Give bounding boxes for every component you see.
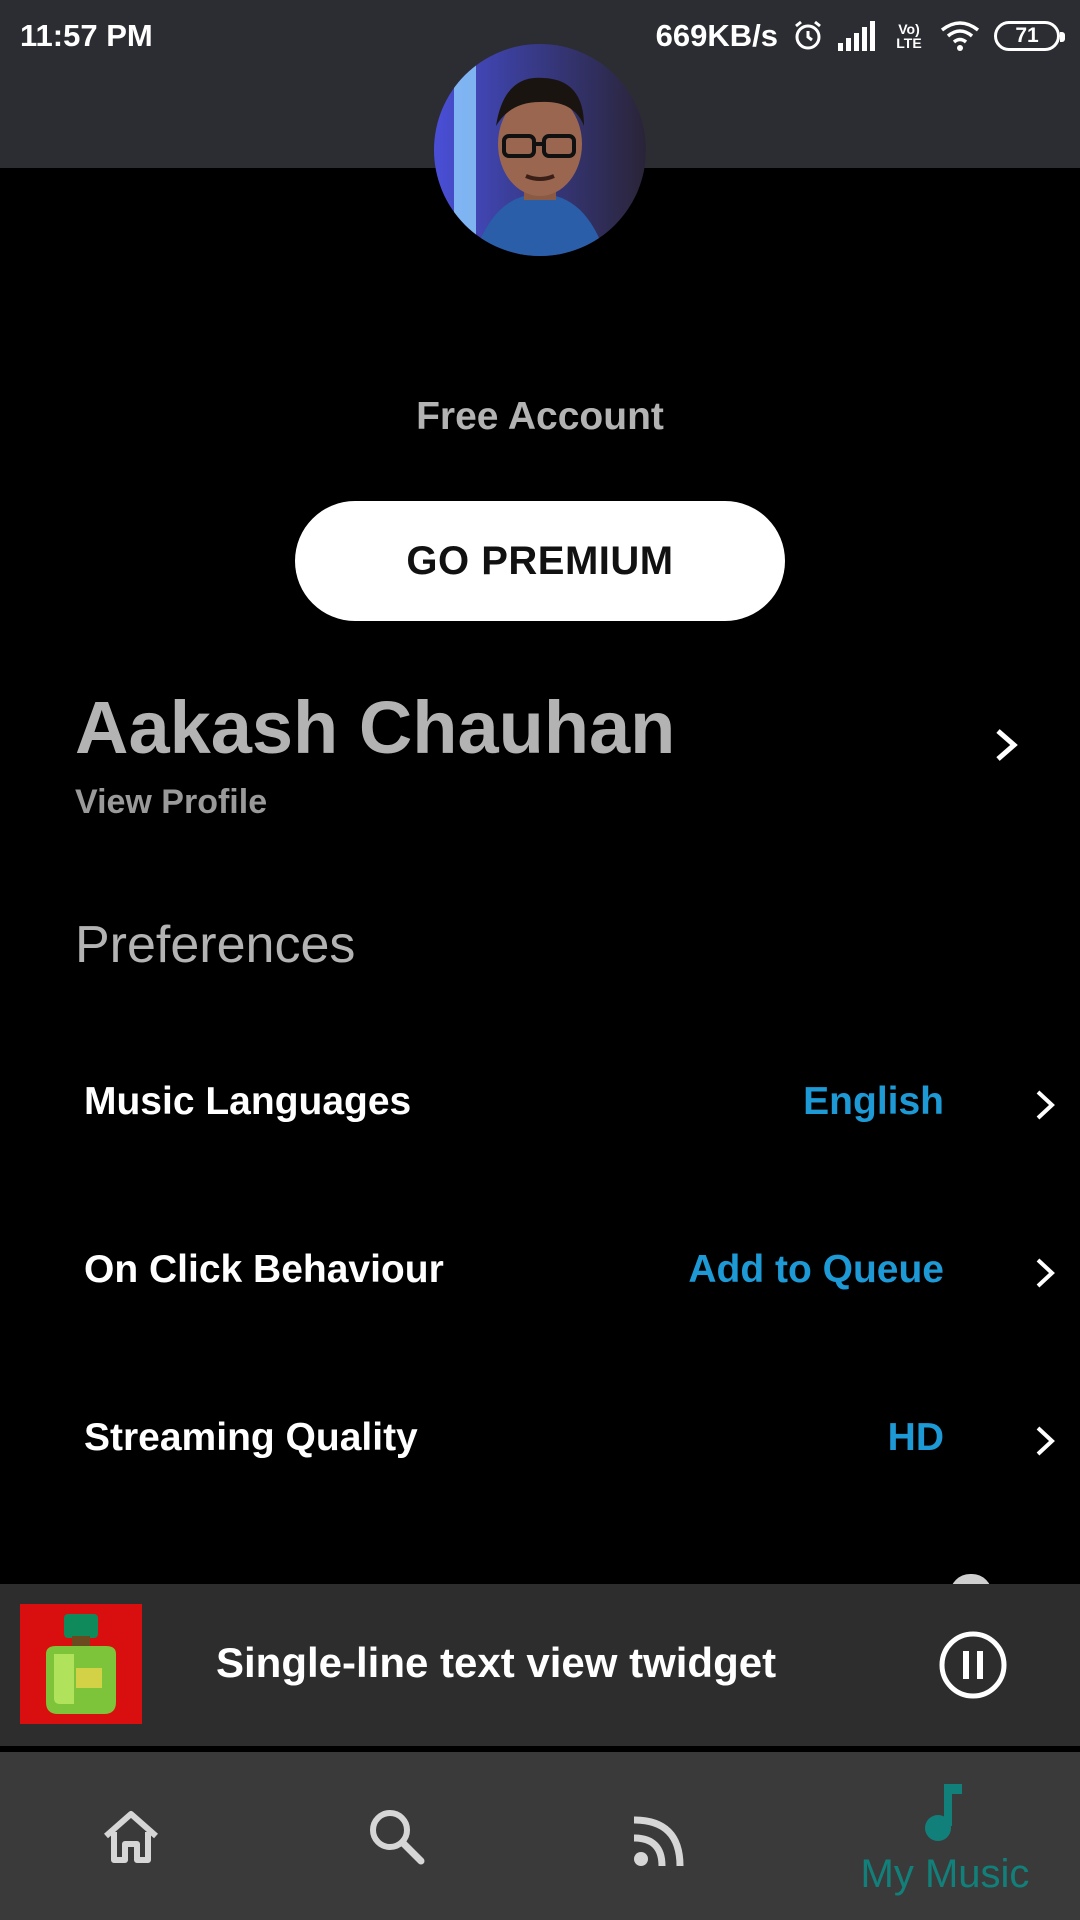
mini-player[interactable]: Single-line text view twidget	[0, 1584, 1080, 1746]
nav-feed[interactable]	[540, 1752, 810, 1920]
battery-level: 71	[1015, 24, 1039, 47]
profile-name: Aakash Chauhan	[75, 686, 676, 769]
status-icons: 669KB/s Vo) LTE 71	[655, 18, 1065, 54]
volte-icon: Vo) LTE	[896, 21, 922, 51]
profile-row[interactable]: Aakash Chauhan View Profile	[0, 675, 1080, 835]
track-title[interactable]: Single-line text view twidget	[216, 1639, 776, 1687]
pref-value: Add to Queue	[688, 1248, 944, 1291]
pref-label: Music Languages	[84, 1080, 412, 1123]
nav-search[interactable]	[270, 1752, 540, 1920]
pref-value: English	[803, 1080, 944, 1123]
pref-value: HD	[887, 1416, 944, 1459]
pref-label: Streaming Quality	[84, 1416, 418, 1459]
view-profile-link[interactable]: View Profile	[75, 783, 267, 822]
music-note-icon	[925, 1784, 962, 1841]
nav-home[interactable]	[0, 1752, 270, 1920]
album-art[interactable]	[20, 1604, 142, 1724]
search-icon	[370, 1810, 425, 1865]
go-premium-button[interactable]: GO PREMIUM	[295, 501, 785, 621]
chevron-right-icon	[1036, 1258, 1055, 1288]
pref-row-on-click-behaviour[interactable]: On Click Behaviour Add to Queue	[0, 1218, 1080, 1328]
preferences-title: Preferences	[75, 916, 356, 974]
net-speed: 669KB/s	[655, 18, 778, 53]
chevron-right-icon	[996, 729, 1018, 761]
perfume-bottle-icon	[46, 1614, 116, 1714]
bottom-nav: My Music	[0, 1752, 1080, 1920]
avatar[interactable]	[434, 44, 646, 256]
signal-icon	[838, 21, 878, 51]
pref-label: On Click Behaviour	[84, 1248, 444, 1291]
nav-my-music[interactable]: My Music	[810, 1752, 1080, 1920]
battery-icon: 71	[994, 21, 1065, 51]
pause-button[interactable]	[938, 1630, 1008, 1700]
nav-label-my-music: My Music	[860, 1852, 1030, 1896]
home-icon	[104, 1811, 158, 1863]
status-time: 11:57 PM	[20, 18, 153, 53]
pref-row-streaming-quality[interactable]: Streaming Quality HD	[0, 1386, 1080, 1496]
alarm-icon	[792, 20, 824, 52]
screen: 11:57 PM 669KB/s Vo) LTE 71 Free Account…	[0, 0, 1080, 1920]
account-type-label: Free Account	[416, 395, 664, 438]
wifi-icon	[940, 20, 980, 52]
rss-icon	[633, 1816, 684, 1867]
avatar-photo	[434, 44, 646, 256]
pref-row-music-languages[interactable]: Music Languages English	[0, 1050, 1080, 1160]
chevron-right-icon	[1036, 1426, 1055, 1456]
chevron-right-icon	[1036, 1090, 1055, 1120]
